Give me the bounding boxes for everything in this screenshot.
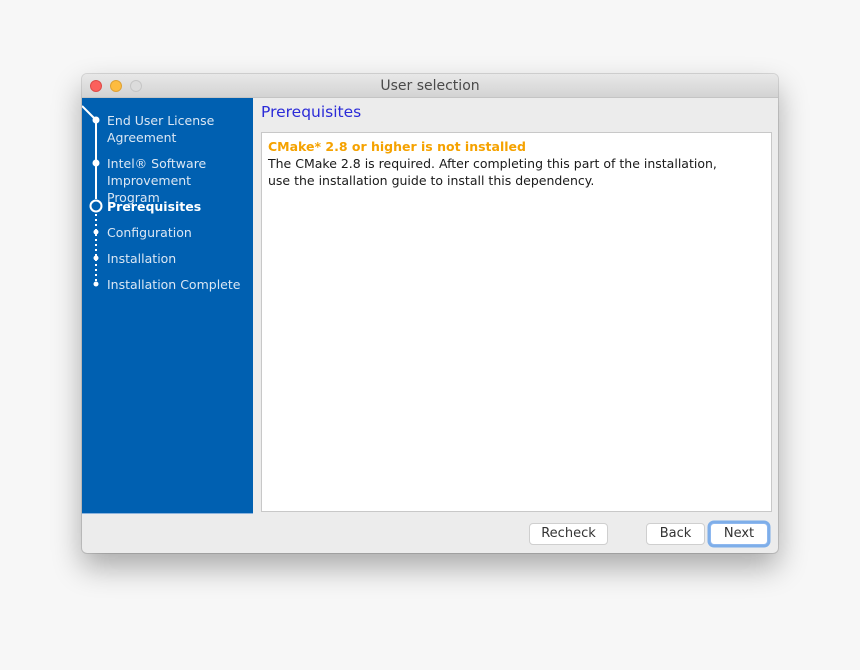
step-dot-current (89, 199, 103, 213)
installer-window: User selection End User License Agreemen… (82, 74, 778, 553)
step-installation-complete: Installation Complete (107, 277, 241, 292)
page-title: Prerequisites (261, 103, 362, 121)
warning-message: The CMake 2.8 is required. After complet… (268, 156, 717, 188)
prerequisites-panel: CMake* 2.8 or higher is not installed Th… (261, 132, 772, 512)
step-dot-pending (93, 255, 99, 261)
step-prerequisites: Prerequisites (107, 199, 202, 214)
title-bar[interactable]: User selection (82, 74, 778, 98)
window-title: User selection (380, 78, 480, 94)
step-dot-done (92, 116, 100, 124)
steps-sidebar: End User License Agreement Intel® Softwa… (82, 98, 253, 514)
recheck-button[interactable]: Recheck (529, 523, 608, 545)
step-installation: Installation (107, 251, 177, 266)
step-configuration: Configuration (107, 225, 192, 240)
step-dot-pending (93, 229, 99, 235)
step-dot-done (92, 159, 100, 167)
rail-entry-line (82, 105, 96, 120)
step-eula: End User License Agreement (107, 113, 215, 145)
step-dot-pending (93, 281, 99, 287)
back-button[interactable]: Back (646, 523, 705, 545)
next-button[interactable]: Next (710, 523, 768, 545)
warning-title: CMake* 2.8 or higher is not installed (268, 139, 526, 154)
